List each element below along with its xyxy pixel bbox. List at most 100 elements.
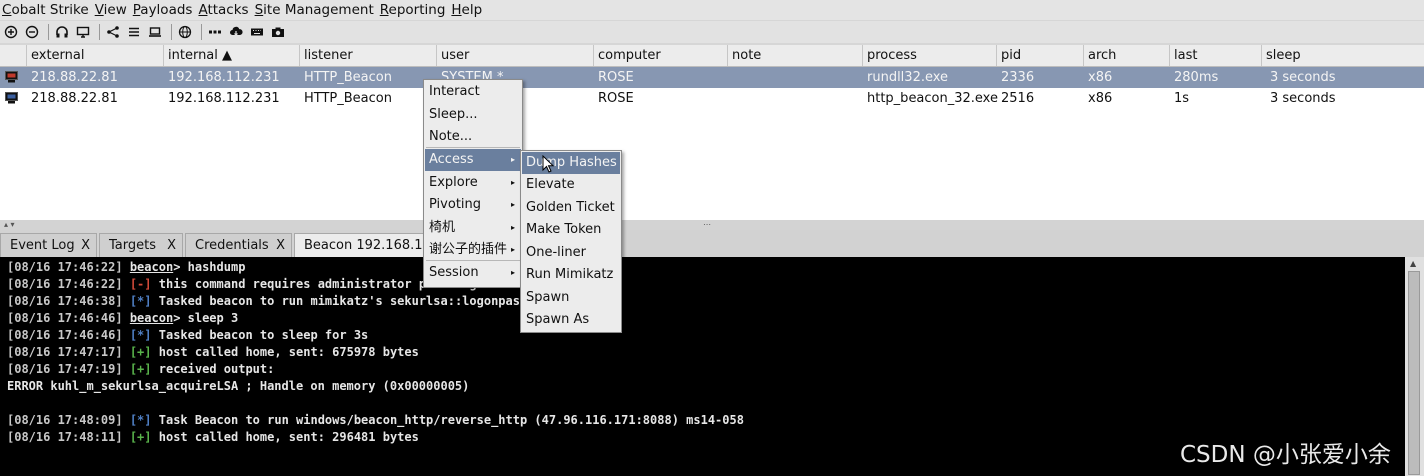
column-header-listener[interactable]: listener bbox=[300, 45, 437, 66]
tab-credentials[interactable]: Credentials X bbox=[185, 233, 292, 257]
menu-item-label: Explore bbox=[429, 175, 478, 190]
menu-item-access[interactable]: Access ▸ bbox=[425, 149, 521, 171]
column-header-pid[interactable]: pid bbox=[997, 45, 1084, 66]
list-icon[interactable] bbox=[125, 23, 143, 41]
access-submenu: Dump Hashes Elevate Golden Ticket Make T… bbox=[520, 150, 622, 333]
scroll-up-icon[interactable]: ▲ bbox=[1410, 259, 1416, 268]
menu-item-custom-plugin[interactable]: 谢公子的插件 ▸ bbox=[425, 239, 521, 261]
scrollbar-thumb[interactable] bbox=[1408, 271, 1420, 475]
submenu-arrow-icon: ▸ bbox=[510, 268, 515, 277]
menu-item-note[interactable]: Note... bbox=[425, 126, 521, 148]
menu-item-explore[interactable]: Explore ▸ bbox=[425, 172, 521, 194]
console-scrollbar[interactable]: ▲ bbox=[1405, 257, 1424, 476]
console-line: [08/16 17:46:46] [*] Tasked beacon to sl… bbox=[7, 328, 369, 342]
menubar: Cobalt Strike View Payloads Attacks Site… bbox=[0, 0, 1424, 20]
cell-external: 218.88.22.81 bbox=[31, 70, 118, 85]
menu-item-dump-hashes[interactable]: Dump Hashes bbox=[522, 152, 620, 174]
column-header-note[interactable]: note bbox=[728, 45, 863, 66]
cell-external: 218.88.22.81 bbox=[31, 91, 118, 106]
submenu-arrow-icon: ▸ bbox=[510, 178, 515, 187]
monitor-icon[interactable] bbox=[74, 23, 92, 41]
beacon-context-menu: Interact Sleep... Note... Access ▸ Explor… bbox=[423, 79, 523, 288]
column-header-icon[interactable] bbox=[0, 45, 27, 66]
console-line: [08/16 17:46:38] [*] Tasked beacon to ru… bbox=[7, 294, 564, 308]
cell-computer: ROSE bbox=[598, 91, 634, 106]
menu-item-golden-ticket[interactable]: Golden Ticket bbox=[522, 197, 620, 219]
menu-cobalt-strike[interactable]: Cobalt Strike bbox=[0, 2, 92, 18]
column-header-internal[interactable]: internal ▲ bbox=[164, 45, 300, 66]
tab-beacon[interactable]: Beacon 192.168.11 bbox=[294, 233, 434, 257]
splitter-arrows-icon[interactable]: ▴ ▾ bbox=[4, 220, 15, 229]
menu-payloads[interactable]: Payloads bbox=[131, 2, 196, 18]
menu-item-spawn[interactable]: Spawn bbox=[522, 287, 620, 309]
menu-attacks[interactable]: Attacks bbox=[196, 2, 251, 18]
console-line: [08/16 17:47:17] [+] host called home, s… bbox=[7, 345, 419, 359]
menu-reporting[interactable]: Reporting bbox=[378, 2, 449, 18]
column-header-computer[interactable]: computer bbox=[594, 45, 728, 66]
minus-circle-icon[interactable] bbox=[23, 23, 41, 41]
cloud-download-icon[interactable] bbox=[227, 23, 245, 41]
beacon-session-icon bbox=[5, 71, 18, 83]
menu-separator bbox=[426, 260, 520, 261]
menu-view[interactable]: View bbox=[93, 2, 130, 18]
table-row[interactable]: 218.88.22.81 192.168.112.231 HTTP_Beacon… bbox=[0, 88, 1424, 109]
globe-icon[interactable] bbox=[176, 23, 194, 41]
plus-circle-icon[interactable] bbox=[2, 23, 20, 41]
menu-site-management[interactable]: Site Management bbox=[253, 2, 377, 18]
menu-separator bbox=[426, 147, 520, 148]
close-icon[interactable]: X bbox=[81, 234, 90, 258]
console-line: [08/16 17:48:09] [*] Task Beacon to run … bbox=[7, 413, 744, 427]
keyboard-icon[interactable] bbox=[248, 23, 266, 41]
cell-process: rundll32.exe bbox=[867, 70, 949, 85]
column-header-last[interactable]: last bbox=[1170, 45, 1262, 66]
menu-item-label: Pivoting bbox=[429, 197, 482, 212]
submenu-arrow-icon: ▸ bbox=[510, 223, 515, 232]
headphones-icon[interactable] bbox=[53, 23, 71, 41]
menu-item-make-token[interactable]: Make Token bbox=[522, 219, 620, 241]
menu-item-session[interactable]: Session ▸ bbox=[425, 262, 521, 284]
mouse-cursor-icon bbox=[542, 155, 554, 173]
dots-icon[interactable] bbox=[206, 23, 224, 41]
camera-icon[interactable] bbox=[269, 23, 287, 41]
table-row[interactable]: 218.88.22.81 192.168.112.231 HTTP_Beacon… bbox=[0, 67, 1424, 88]
console-line: [08/16 17:46:22] [-] this command requir… bbox=[7, 277, 492, 291]
cell-last: 280ms bbox=[1174, 70, 1219, 85]
menu-item-label: Session bbox=[429, 265, 479, 280]
tab-label: Event Log bbox=[10, 238, 75, 253]
splitter-grip-icon[interactable]: ⋯ bbox=[703, 220, 711, 229]
menu-item-interact[interactable]: Interact bbox=[425, 81, 521, 103]
console-line: [08/16 17:48:11] [+] host called home, s… bbox=[7, 430, 419, 444]
menu-help[interactable]: Help bbox=[449, 2, 485, 18]
toolbar-separator bbox=[48, 24, 49, 40]
submenu-arrow-icon: ▸ bbox=[510, 200, 515, 209]
share-icon[interactable] bbox=[104, 23, 122, 41]
laptop-icon[interactable] bbox=[146, 23, 164, 41]
menu-item-label: 谢公子的插件 bbox=[429, 242, 508, 257]
menu-item-one-liner[interactable]: One-liner bbox=[522, 242, 620, 264]
close-icon[interactable]: X bbox=[276, 234, 285, 258]
menu-item-sleep[interactable]: Sleep... bbox=[425, 104, 521, 126]
console-line: [08/16 17:46:46] beacon> sleep 3 bbox=[7, 311, 239, 325]
tab-targets[interactable]: Targets X bbox=[99, 233, 183, 257]
menu-item-custom-1[interactable]: 椅机 ▸ bbox=[425, 217, 521, 239]
menu-item-elevate[interactable]: Elevate bbox=[522, 174, 620, 196]
cell-pid: 2336 bbox=[1001, 70, 1035, 85]
cell-listener: HTTP_Beacon bbox=[304, 70, 392, 85]
column-header-arch[interactable]: arch bbox=[1084, 45, 1170, 66]
column-header-sleep[interactable]: sleep bbox=[1262, 45, 1424, 66]
toolbar bbox=[0, 21, 1424, 43]
close-icon[interactable]: X bbox=[167, 234, 176, 258]
menu-item-label: 椅机 bbox=[429, 220, 456, 235]
column-header-user[interactable]: user bbox=[437, 45, 594, 66]
pane-splitter[interactable]: ▴ ▾ ⋯ bbox=[0, 220, 1424, 230]
cell-arch: x86 bbox=[1088, 70, 1113, 85]
menu-item-spawn-as[interactable]: Spawn As bbox=[522, 309, 620, 331]
menu-item-run-mimikatz[interactable]: Run Mimikatz bbox=[522, 264, 620, 286]
column-header-process[interactable]: process bbox=[863, 45, 997, 66]
menu-item-pivoting[interactable]: Pivoting ▸ bbox=[425, 194, 521, 216]
cell-internal: 192.168.112.231 bbox=[168, 91, 280, 106]
cell-note bbox=[728, 88, 732, 109]
tab-event-log[interactable]: Event Log X bbox=[0, 233, 97, 257]
cell-last: 1s bbox=[1174, 91, 1190, 106]
column-header-external[interactable]: external bbox=[27, 45, 164, 66]
